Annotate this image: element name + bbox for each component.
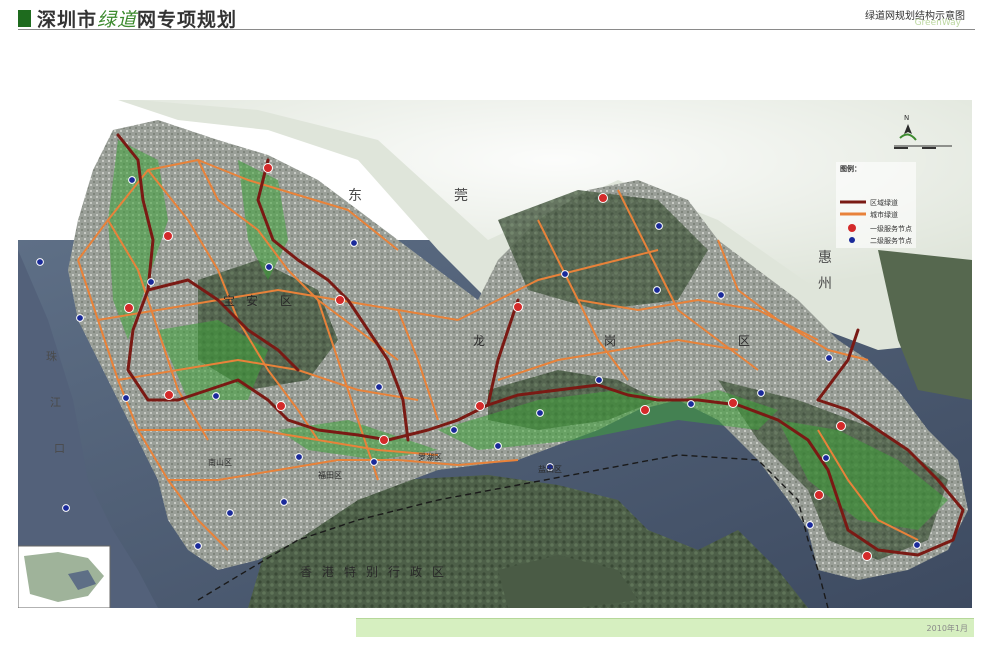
secondary-node[interactable] — [687, 400, 695, 408]
primary-node[interactable] — [862, 551, 872, 561]
inset-map[interactable] — [18, 545, 111, 608]
north-label: N — [904, 114, 909, 122]
label-river-2: 江 — [50, 396, 61, 409]
label-longgang-1: 龙 — [473, 334, 485, 348]
legend-swatch — [849, 237, 855, 243]
label-yantian: 盐田区 — [538, 464, 562, 474]
primary-node[interactable] — [379, 435, 389, 445]
primary-node[interactable] — [513, 302, 523, 312]
legend-swatch — [848, 224, 856, 232]
secondary-node[interactable] — [295, 453, 303, 461]
label-longgang-2: 岗 — [604, 334, 616, 348]
secondary-node[interactable] — [122, 394, 130, 402]
secondary-node[interactable] — [370, 458, 378, 466]
footer-bar: 2010年1月 — [356, 618, 974, 637]
secondary-node[interactable] — [76, 314, 84, 322]
label-dongguan-2: 莞 — [454, 188, 468, 204]
secondary-node[interactable] — [655, 222, 663, 230]
secondary-node[interactable] — [653, 286, 661, 294]
title-square-icon — [18, 9, 31, 27]
primary-node[interactable] — [335, 295, 345, 305]
secondary-node[interactable] — [147, 278, 155, 286]
label-baoan-1: 宝 — [223, 294, 235, 308]
label-huizhou-1: 惠 — [818, 250, 832, 266]
primary-node[interactable] — [276, 401, 286, 411]
secondary-node[interactable] — [561, 270, 569, 278]
label-hongkong: 香港特别行政区 — [300, 564, 454, 579]
legend-label: 一级服务节点 — [870, 224, 912, 233]
label-luohu: 罗湖区 — [418, 453, 442, 462]
label-baoan-2: 安 — [246, 293, 258, 308]
label-baoan-3: 区 — [280, 294, 292, 308]
label-river-1: 珠 — [46, 349, 57, 363]
secondary-node[interactable] — [825, 354, 833, 362]
secondary-node[interactable] — [350, 239, 358, 247]
secondary-node[interactable] — [822, 454, 830, 462]
legend-label: 二级服务节点 — [870, 236, 912, 245]
label-dongguan-1: 东 — [348, 188, 362, 204]
secondary-node[interactable] — [226, 509, 234, 517]
header-divider — [18, 29, 975, 30]
secondary-node[interactable] — [450, 426, 458, 434]
primary-node[interactable] — [836, 421, 846, 431]
secondary-node[interactable] — [194, 542, 202, 550]
legend-label: 城市绿道 — [870, 210, 898, 219]
primary-node[interactable] — [475, 401, 485, 411]
primary-node[interactable] — [640, 405, 650, 415]
label-huizhou-2: 州 — [818, 276, 832, 292]
secondary-node[interactable] — [36, 258, 44, 266]
secondary-node[interactable] — [128, 176, 136, 184]
map-canvas[interactable]: 东 莞 惠 州 宝 安 区 龙 岗 区 珠 江 口 南山区 福田区 罗湖区 盐田… — [18, 100, 972, 608]
secondary-node[interactable] — [717, 291, 725, 299]
primary-node[interactable] — [263, 163, 273, 173]
legend-label: 区域绿道 — [870, 198, 898, 207]
primary-node[interactable] — [163, 231, 173, 241]
primary-node[interactable] — [814, 490, 824, 500]
label-river-3: 口 — [54, 442, 65, 455]
secondary-node[interactable] — [806, 521, 814, 529]
title-part1: 深圳市 — [37, 8, 98, 31]
secondary-node[interactable] — [280, 498, 288, 506]
legend-title: 图例： — [840, 164, 861, 173]
page-title: 深圳市绿道网专项规划 — [37, 5, 237, 32]
title-part2: 网专项规划 — [137, 8, 238, 31]
label-nanshan: 南山区 — [208, 457, 232, 467]
label-longgang-3: 区 — [738, 334, 750, 348]
secondary-node[interactable] — [595, 376, 603, 384]
map-panel[interactable]: 东 莞 惠 州 宝 安 区 龙 岗 区 珠 江 口 南山区 福田区 罗湖区 盐田… — [18, 100, 972, 608]
map-legend: 图例： 区域绿道 城市绿道 一级服务节点 二级服务节点 — [836, 162, 916, 248]
secondary-node[interactable] — [265, 263, 273, 271]
primary-node[interactable] — [598, 193, 608, 203]
label-futian: 福田区 — [318, 471, 342, 480]
secondary-node[interactable] — [212, 392, 220, 400]
brand-label: GreenWay — [914, 18, 961, 28]
secondary-node[interactable] — [536, 409, 544, 417]
secondary-node[interactable] — [494, 442, 502, 450]
title-highlight: 绿道 — [97, 8, 138, 31]
secondary-node[interactable] — [375, 383, 383, 391]
secondary-node[interactable] — [757, 389, 765, 397]
secondary-node[interactable] — [913, 541, 921, 549]
primary-node[interactable] — [124, 303, 134, 313]
title-bar: 深圳市绿道网专项规划 — [18, 5, 237, 32]
secondary-node[interactable] — [62, 504, 70, 512]
primary-node[interactable] — [728, 398, 738, 408]
footer-date: 2010年1月 — [926, 624, 968, 633]
primary-node[interactable] — [164, 390, 174, 400]
